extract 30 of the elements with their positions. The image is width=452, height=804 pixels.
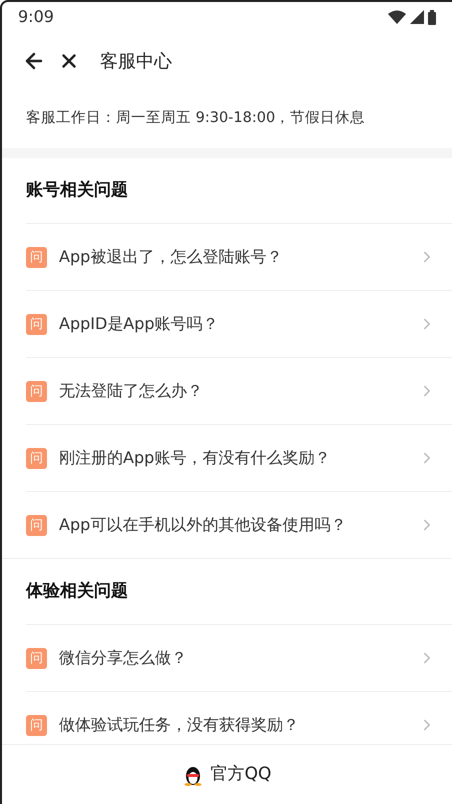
question-text: App可以在手机以外的其他设备使用吗？: [59, 514, 348, 536]
question-badge: 问: [26, 714, 47, 736]
faq-item[interactable]: 问 微信分享怎么做？: [26, 625, 452, 691]
question-badge: 问: [26, 246, 47, 268]
faq-item[interactable]: 问 App可以在手机以外的其他设备使用吗？: [26, 492, 452, 558]
question-text: AppID是App账号吗？: [59, 313, 220, 335]
faq-item[interactable]: 问 无法登陆了怎么办？: [26, 358, 452, 424]
question-text: 无法登陆了怎么办？: [59, 380, 204, 402]
wifi-icon: [388, 10, 406, 24]
question-text: 微信分享怎么做？: [59, 647, 188, 669]
battery-icon: [428, 10, 436, 24]
question-text: App被退出了，怎么登陆账号？: [59, 246, 284, 268]
question-badge: 问: [26, 448, 47, 468]
question-badge: 问: [26, 648, 47, 668]
faq-item[interactable]: 问 AppID是App账号吗？: [26, 291, 452, 357]
service-hours-notice: 客服工作日：周一至周五 9:30-18:00，节假日休息: [26, 108, 366, 128]
faq-item[interactable]: 问 刚注册的App账号，有没有什么奖励？: [26, 425, 452, 491]
official-qq-button[interactable]: 官方QQ: [2, 744, 452, 804]
question-badge: 问: [26, 380, 47, 402]
question-badge: 问: [26, 514, 47, 536]
question-text: 做体验试玩任务，没有获得奖励？: [59, 714, 300, 736]
section-heading: 体验相关问题: [26, 580, 128, 603]
signal-icon: [410, 10, 424, 24]
faq-item[interactable]: 问 做体验试玩任务，没有获得奖励？: [26, 692, 452, 744]
question-text: 刚注册的App账号，有没有什么奖励？: [59, 447, 332, 469]
faq-item[interactable]: 问 App被退出了，怎么登陆账号？: [26, 224, 452, 290]
status-time: 9:09: [18, 6, 54, 28]
section-heading: 账号相关问题: [26, 178, 128, 202]
question-badge: 问: [26, 314, 47, 334]
page-title: 客服中心: [100, 50, 172, 74]
